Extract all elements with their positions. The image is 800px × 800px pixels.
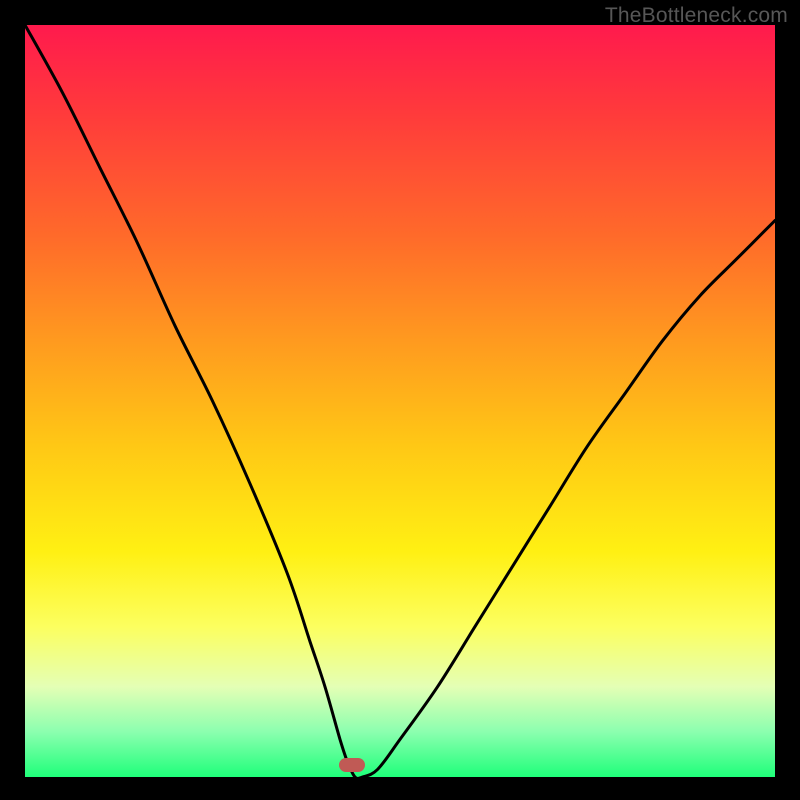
optimal-marker <box>339 758 365 772</box>
chart-frame <box>25 25 775 777</box>
bottleneck-curve <box>25 25 775 777</box>
curve-path <box>25 25 775 777</box>
